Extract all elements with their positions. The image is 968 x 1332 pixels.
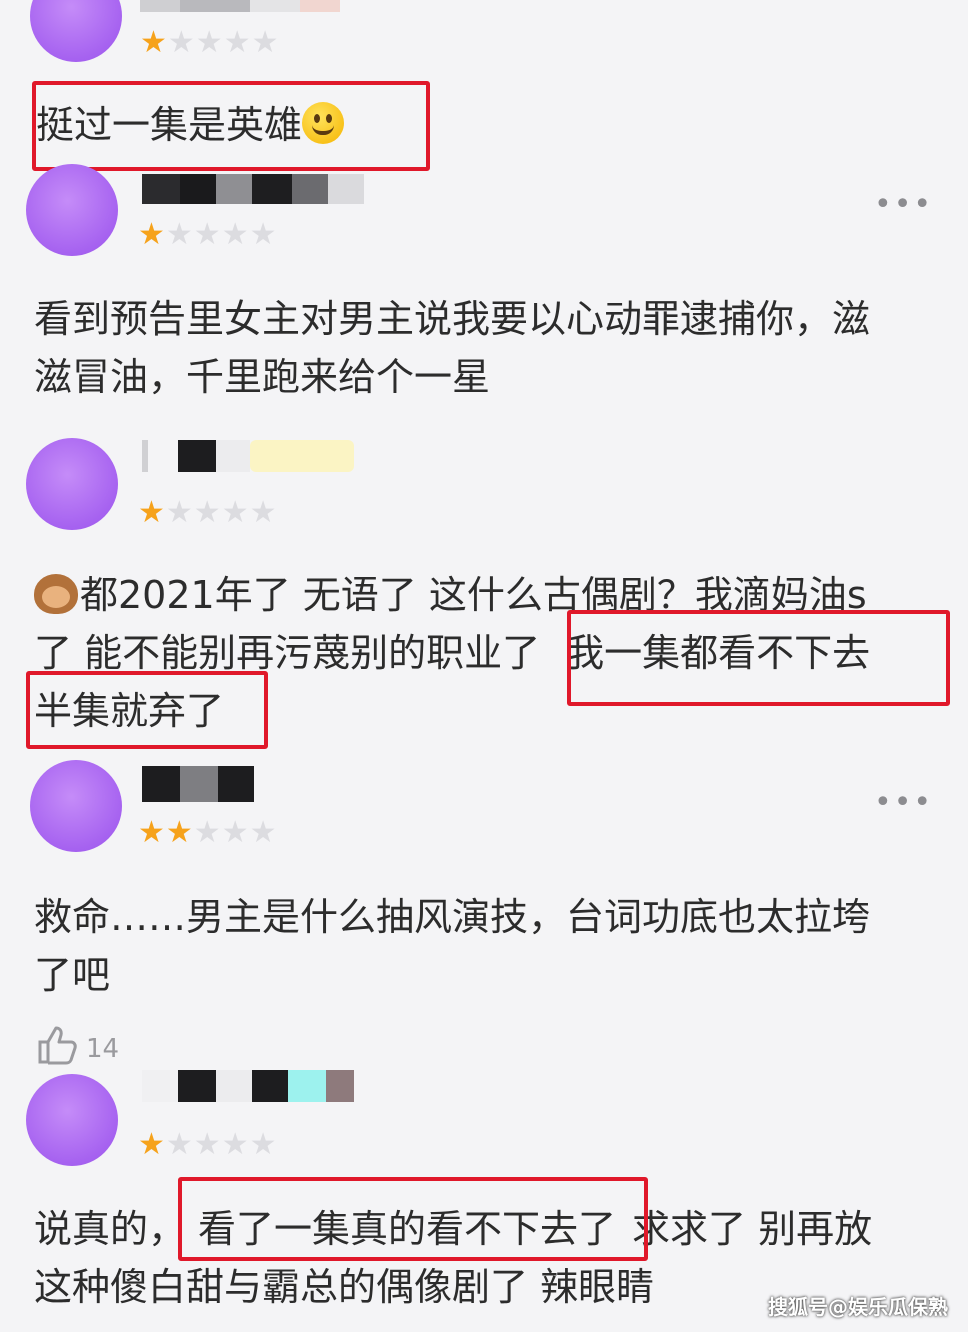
watermark: 搜狐号@娱乐瓜保熟 — [768, 1295, 948, 1319]
username-redacted — [142, 1070, 354, 1102]
username-redacted — [142, 766, 254, 802]
rating-stars: ★★★★★ — [138, 217, 278, 252]
username-redacted — [142, 440, 354, 472]
rating-stars: ★★★★★ — [138, 1127, 278, 1162]
like-count: 14 — [86, 1033, 120, 1064]
comment-text: 看到预告里女主对男主说我要以心动罪逮捕你，滋 滋冒油，千里跑来给个一星 — [34, 297, 871, 399]
highlight-box — [567, 610, 950, 706]
comment-text: 救命……男主是什么抽风演技，台词功底也太拉垮 了吧 — [34, 895, 871, 997]
rating-stars: ★★★★★ — [140, 25, 280, 60]
highlight-box — [32, 81, 430, 171]
thumbs-up-icon — [36, 1024, 80, 1073]
rating-stars: ★★★★★ — [138, 815, 278, 850]
more-options-button[interactable]: ••• — [874, 788, 933, 818]
avatar[interactable] — [26, 1074, 118, 1166]
avatar[interactable] — [26, 164, 118, 256]
avatar[interactable] — [30, 0, 122, 62]
username-redacted — [140, 0, 340, 12]
like-button[interactable]: 14 — [36, 1024, 119, 1073]
see-no-evil-monkey-icon — [34, 574, 78, 614]
avatar[interactable] — [30, 760, 122, 852]
highlight-box — [26, 671, 268, 749]
avatar[interactable] — [26, 438, 118, 530]
highlight-box — [178, 1177, 648, 1261]
more-options-button[interactable]: ••• — [874, 190, 933, 220]
rating-stars: ★★★★★ — [138, 495, 278, 530]
username-redacted — [142, 174, 364, 204]
